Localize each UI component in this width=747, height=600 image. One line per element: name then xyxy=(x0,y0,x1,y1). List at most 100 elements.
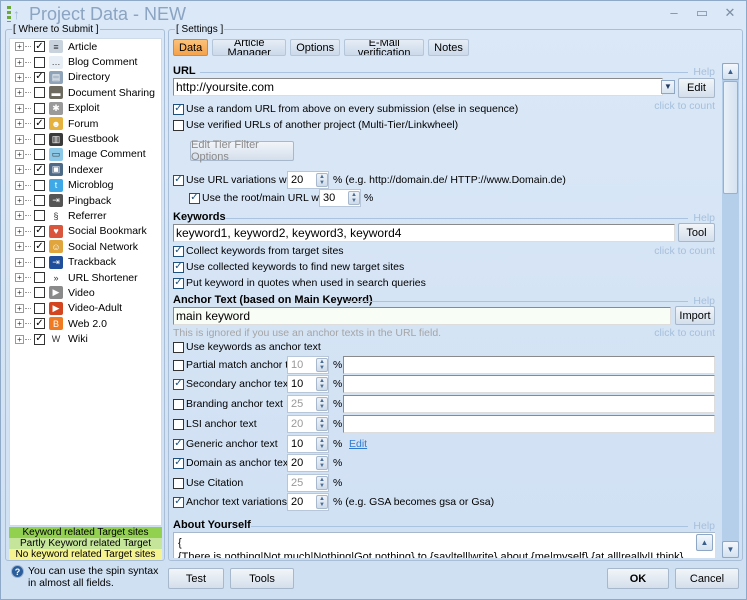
spinner-arrows-icon[interactable]: ▲ ▼ xyxy=(348,191,360,205)
scroll-up-button[interactable]: ▲ xyxy=(722,63,739,80)
anchor-option-checkbox[interactable]: ✓ xyxy=(173,378,184,390)
expand-icon[interactable]: + xyxy=(15,149,24,159)
tree-item[interactable]: + § Referrer xyxy=(10,208,161,223)
anchor-percent-spinner[interactable]: 20 ▲ ▼ xyxy=(287,454,329,472)
expand-icon[interactable]: + xyxy=(15,196,24,206)
expand-icon[interactable]: + xyxy=(15,57,24,67)
anchor-percent-spinner[interactable]: 25 ▲ ▼ xyxy=(287,395,329,413)
expand-icon[interactable]: + xyxy=(15,119,24,129)
tree-item[interactable]: + » URL Shortener xyxy=(10,270,161,285)
tree-item-checkbox[interactable] xyxy=(34,102,45,114)
tree-item[interactable]: + ✓ ▣ Indexer xyxy=(10,162,161,177)
tree-item[interactable]: + ✓ ▤ Directory xyxy=(10,70,161,85)
expand-icon[interactable]: + xyxy=(15,334,24,344)
anchor-text-input[interactable] xyxy=(343,395,715,413)
url-help-link[interactable]: Help xyxy=(693,66,715,78)
keywords-tool-button[interactable]: Tool xyxy=(678,223,715,242)
expand-icon[interactable]: + xyxy=(15,72,24,82)
expand-icon[interactable]: + xyxy=(15,211,24,221)
keywords-input[interactable]: keyword1, keyword2, keyword3, keyword4 xyxy=(173,224,675,242)
tree-item-checkbox[interactable] xyxy=(34,256,45,268)
root-url-spinner[interactable]: 30 ▲ ▼ xyxy=(319,189,361,207)
tree-item-checkbox[interactable]: ✓ xyxy=(34,241,45,253)
anchor-percent-spinner[interactable]: 10 ▲ ▼ xyxy=(287,375,329,393)
tree-item-checkbox[interactable]: ✓ xyxy=(34,71,45,83)
expand-icon[interactable]: + xyxy=(15,273,24,283)
tree-item-checkbox[interactable]: ✓ xyxy=(34,333,45,345)
anchor-option[interactable]: LSI anchor text xyxy=(173,418,257,430)
test-button[interactable]: Test xyxy=(168,568,224,589)
tree-item-checkbox[interactable] xyxy=(34,179,45,191)
tree-item-checkbox[interactable]: ✓ xyxy=(34,318,45,330)
anchor-percent-spinner[interactable]: 20 ▲ ▼ xyxy=(287,415,329,433)
spinner-value[interactable]: 20 xyxy=(288,457,316,469)
tree-item[interactable]: + ▶ Video xyxy=(10,285,161,300)
about-yourself-textarea[interactable]: { {There is nothing|Not much|Nothing|Got… xyxy=(173,532,715,558)
scroll-down-button[interactable]: ▼ xyxy=(722,541,739,558)
use-collected-keywords-option[interactable]: ✓ Use collected keywords to find new tar… xyxy=(173,261,404,273)
url-click-to-count[interactable]: click to count xyxy=(654,100,715,112)
anchor-percent-spinner[interactable]: 20 ▲ ▼ xyxy=(287,493,329,511)
tab-options[interactable]: Options xyxy=(290,39,341,56)
anchor-option-checkbox[interactable] xyxy=(173,398,184,410)
anchor-option[interactable]: Use Citation xyxy=(173,477,243,489)
tree-item-checkbox[interactable] xyxy=(34,148,45,160)
root-url-option[interactable]: ✓ Use the root/main URL with xyxy=(189,192,330,204)
expand-icon[interactable]: + xyxy=(15,242,24,252)
tree-item[interactable]: + ▭ Image Comment xyxy=(10,147,161,162)
expand-icon[interactable]: + xyxy=(15,88,24,98)
url-variations-option[interactable]: ✓ Use URL variations with xyxy=(173,174,298,186)
spinner-arrows-icon[interactable]: ▲ ▼ xyxy=(316,456,328,470)
tree-item[interactable]: + ▥ Guestbook xyxy=(10,131,161,146)
tree-item[interactable]: + ▶ Video-Adult xyxy=(10,301,161,316)
tab-data[interactable]: Data xyxy=(173,39,209,56)
expand-icon[interactable]: + xyxy=(15,226,24,236)
keyword-quotes-checkbox[interactable]: ✓ xyxy=(173,277,184,289)
platform-tree[interactable]: + ✓ ≡ Article + … Blog Comment + ✓ ▤ Directory + ▬ Do… xyxy=(9,38,162,526)
collect-keywords-checkbox[interactable]: ✓ xyxy=(173,245,184,257)
about-scroll-up-button[interactable]: ▲ xyxy=(696,534,713,551)
anchor-percent-spinner[interactable]: 25 ▲ ▼ xyxy=(287,474,329,492)
anchor-option-checkbox[interactable]: ✓ xyxy=(173,496,184,508)
url-variations-spinner[interactable]: 20 ▲ ▼ xyxy=(287,171,329,189)
anchor-option[interactable]: ✓ Secondary anchor text xyxy=(173,378,291,390)
spinner-arrows-icon[interactable]: ▲ ▼ xyxy=(316,358,328,372)
spinner-arrows-icon[interactable]: ▲ ▼ xyxy=(316,397,328,411)
tree-item-checkbox[interactable] xyxy=(34,133,45,145)
spinner-value[interactable]: 20 xyxy=(288,496,316,508)
tree-item[interactable]: + ✓ ☻ Forum xyxy=(10,116,161,131)
random-url-option[interactable]: ✓ Use a random URL from above on every s… xyxy=(173,103,518,115)
anchor-import-button[interactable]: Import xyxy=(675,306,715,325)
spinner-value[interactable]: 10 xyxy=(288,438,316,450)
tree-item[interactable]: + ✓ B Web 2.0 xyxy=(10,316,161,331)
spinner-arrows-icon[interactable]: ▲ ▼ xyxy=(316,495,328,509)
scroll-thumb[interactable] xyxy=(723,81,738,194)
edit-tier-filter-button[interactable]: Edit Tier Filter Options xyxy=(190,139,294,163)
ok-button[interactable]: OK xyxy=(607,568,669,589)
spinner-arrows-icon[interactable]: ▲ ▼ xyxy=(316,476,328,490)
tree-item[interactable]: + ✓ ♥ Social Bookmark xyxy=(10,224,161,239)
generic-anchor-edit-link[interactable]: Edit xyxy=(349,438,367,450)
url-input[interactable]: http://yoursite.com xyxy=(173,78,663,96)
anchor-option-checkbox[interactable] xyxy=(173,359,184,371)
anchor-option-checkbox[interactable] xyxy=(173,418,184,430)
tree-item[interactable]: + ✓ ☺ Social Network xyxy=(10,239,161,254)
use-keywords-anchor-option[interactable]: Use keywords as anchor text xyxy=(173,341,321,353)
verified-urls-option[interactable]: Use verified URLs of another project (Mu… xyxy=(173,119,458,131)
anchor-input[interactable]: main keyword xyxy=(173,307,671,325)
expand-icon[interactable]: + xyxy=(15,257,24,267)
keyword-quotes-option[interactable]: ✓ Put keyword in quotes when used in sea… xyxy=(173,277,426,289)
cancel-button[interactable]: Cancel xyxy=(675,568,739,589)
anchor-text-input[interactable] xyxy=(343,356,715,374)
anchor-option[interactable]: Branding anchor text xyxy=(173,398,283,410)
collect-keywords-option[interactable]: ✓ Collect keywords from target sites xyxy=(173,245,344,257)
expand-icon[interactable]: + xyxy=(15,134,24,144)
spinner-value[interactable]: 25 xyxy=(288,398,316,410)
expand-icon[interactable]: + xyxy=(15,103,24,113)
spinner-value[interactable]: 25 xyxy=(288,477,316,489)
minimize-button[interactable]: – xyxy=(666,5,682,21)
spinner-value[interactable]: 20 xyxy=(288,418,316,430)
tree-item[interactable]: + ⇥ Pingback xyxy=(10,193,161,208)
tree-item-checkbox[interactable] xyxy=(34,87,45,99)
about-help-link[interactable]: Help xyxy=(693,520,715,532)
